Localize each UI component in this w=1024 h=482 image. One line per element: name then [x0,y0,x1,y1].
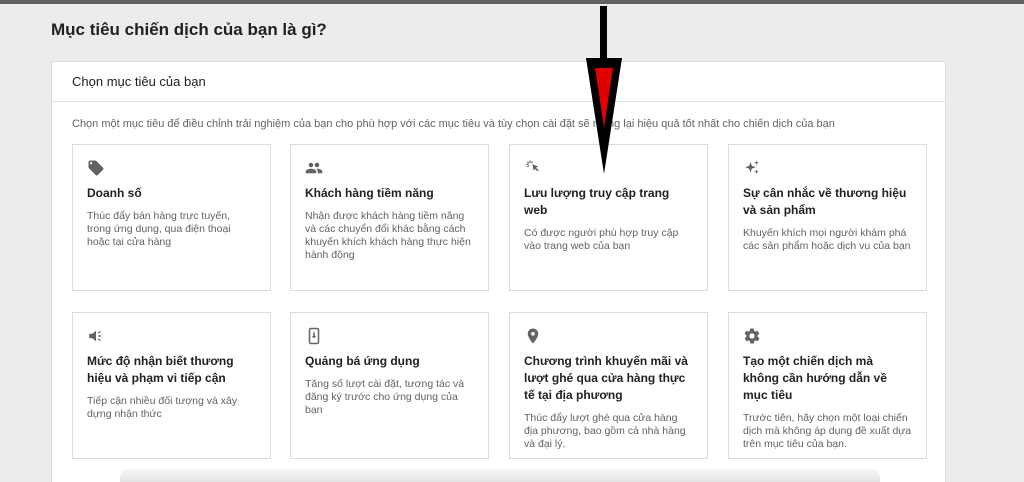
card-description: Có được người phù hợp truy cập vào trang… [524,227,679,252]
card-title: Doanh số [87,186,142,200]
objective-card-brand-awareness[interactable]: Mức độ nhận biết thương hiệu và phạm vi … [72,312,271,459]
panel-description: Chọn một mục tiêu để điều chỉnh trải ngh… [72,118,835,130]
objective-card-local-store-visits[interactable]: Chương trình khuyến mãi và lượt ghé qua … [509,312,708,459]
page-title: Mục tiêu chiến dịch của bạn là gì? [51,20,327,39]
tag-icon [87,159,105,177]
card-title: Khách hàng tiềm năng [305,186,434,200]
people-icon [305,159,323,177]
card-description: Tăng số lượt cài đặt, tương tác và đăng … [305,378,465,416]
objective-card-sales[interactable]: Doanh số Thúc đẩy bán hàng trực tuyến, t… [72,144,271,291]
top-bar-line [0,0,1024,4]
sparkle-icon [743,159,761,177]
objective-card-leads[interactable]: Khách hàng tiềm năng Nhận được khách hàn… [290,144,489,291]
gear-icon [743,327,761,345]
objective-card-no-goal[interactable]: Tạo một chiến dịch mà không cần hướng dẫ… [728,312,927,459]
bottom-shadow [120,468,880,482]
objective-card-brand-consideration[interactable]: Sự cân nhắc về thương hiệu và sản phẩm K… [728,144,927,291]
cursor-click-icon [524,159,542,177]
objective-card-app-promotion[interactable]: Quảng bá ứng dụng Tăng số lượt cài đặt, … [290,312,489,459]
card-description: Khuyến khích mọi người khám phá các sản … [743,227,911,252]
pointer-arrow-annotation [586,6,622,174]
objective-panel: Chọn mục tiêu của bạn Chọn một mục tiêu … [51,61,946,482]
card-title: Sự cân nhắc về thương hiệu và sản phẩm [743,186,907,217]
megaphone-icon [87,327,105,345]
panel-header: Chọn mục tiêu của bạn [52,62,945,102]
location-pin-icon [524,327,542,345]
card-description: Trước tiên, hãy chọn một loại chiến dịch… [743,412,912,450]
card-title: Mức độ nhận biết thương hiệu và phạm vi … [87,354,234,385]
card-title: Lưu lượng truy cập trang web [524,186,670,217]
card-description: Thúc đẩy lượt ghé qua cửa hàng địa phươn… [524,412,686,450]
card-title: Chương trình khuyến mãi và lượt ghé qua … [524,354,688,402]
card-description: Nhận được khách hàng tiềm năng và các ch… [305,210,471,261]
phone-download-icon [305,327,323,345]
card-description: Thúc đẩy bán hàng trực tuyến, trong ứng … [87,210,231,248]
card-description: Tiếp cận nhiều đối tượng và xây dựng nhậ… [87,395,238,420]
card-title: Tạo một chiến dịch mà không cần hướng dẫ… [743,354,887,402]
card-title: Quảng bá ứng dụng [305,354,420,368]
